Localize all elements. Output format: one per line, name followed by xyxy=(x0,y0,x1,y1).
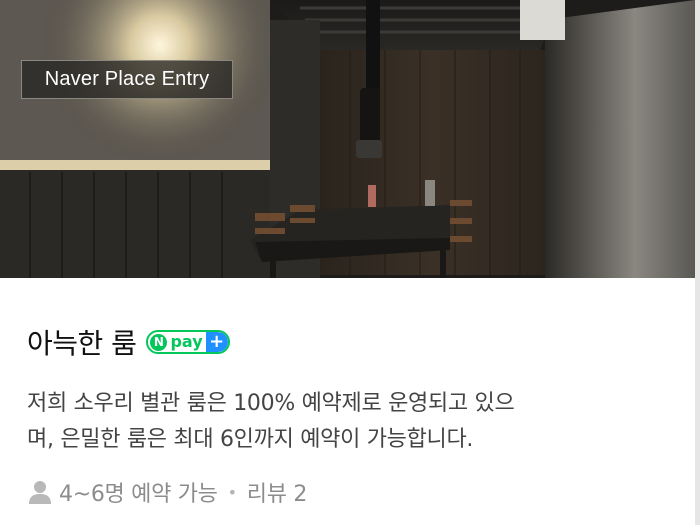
room-title-row: 아늑한 룸 N pay + xyxy=(27,322,230,362)
npay-plus-badge: N pay + xyxy=(146,330,230,354)
scrollbar-track[interactable] xyxy=(695,0,700,525)
room-photo[interactable]: Naver Place Entry xyxy=(0,0,695,278)
meta-separator: • xyxy=(227,482,237,502)
room-photo-image xyxy=(0,0,695,278)
person-icon xyxy=(29,481,51,504)
room-title: 아늑한 룸 xyxy=(27,327,137,360)
review-count-link[interactable]: 리뷰 2 xyxy=(247,476,308,508)
npay-text: pay xyxy=(170,332,203,351)
room-description: 저희 소우리 별관 룸은 100% 예약제로 운영되고 있으 며, 은밀한 룸은… xyxy=(27,386,667,458)
npay-n-icon: N xyxy=(150,333,168,351)
room-description-line: 며, 은밀한 룸은 최대 6인까지 예약이 가능합니다. xyxy=(27,427,474,452)
room-description-line: 저희 소우리 별관 룸은 100% 예약제로 운영되고 있으 xyxy=(27,391,515,416)
plus-icon: + xyxy=(205,332,228,352)
naver-place-entry-badge: Naver Place Entry xyxy=(21,60,233,99)
room-meta: 4~6명 예약 가능 • 리뷰 2 xyxy=(27,476,307,508)
capacity-text: 4~6명 예약 가능 xyxy=(59,482,218,507)
